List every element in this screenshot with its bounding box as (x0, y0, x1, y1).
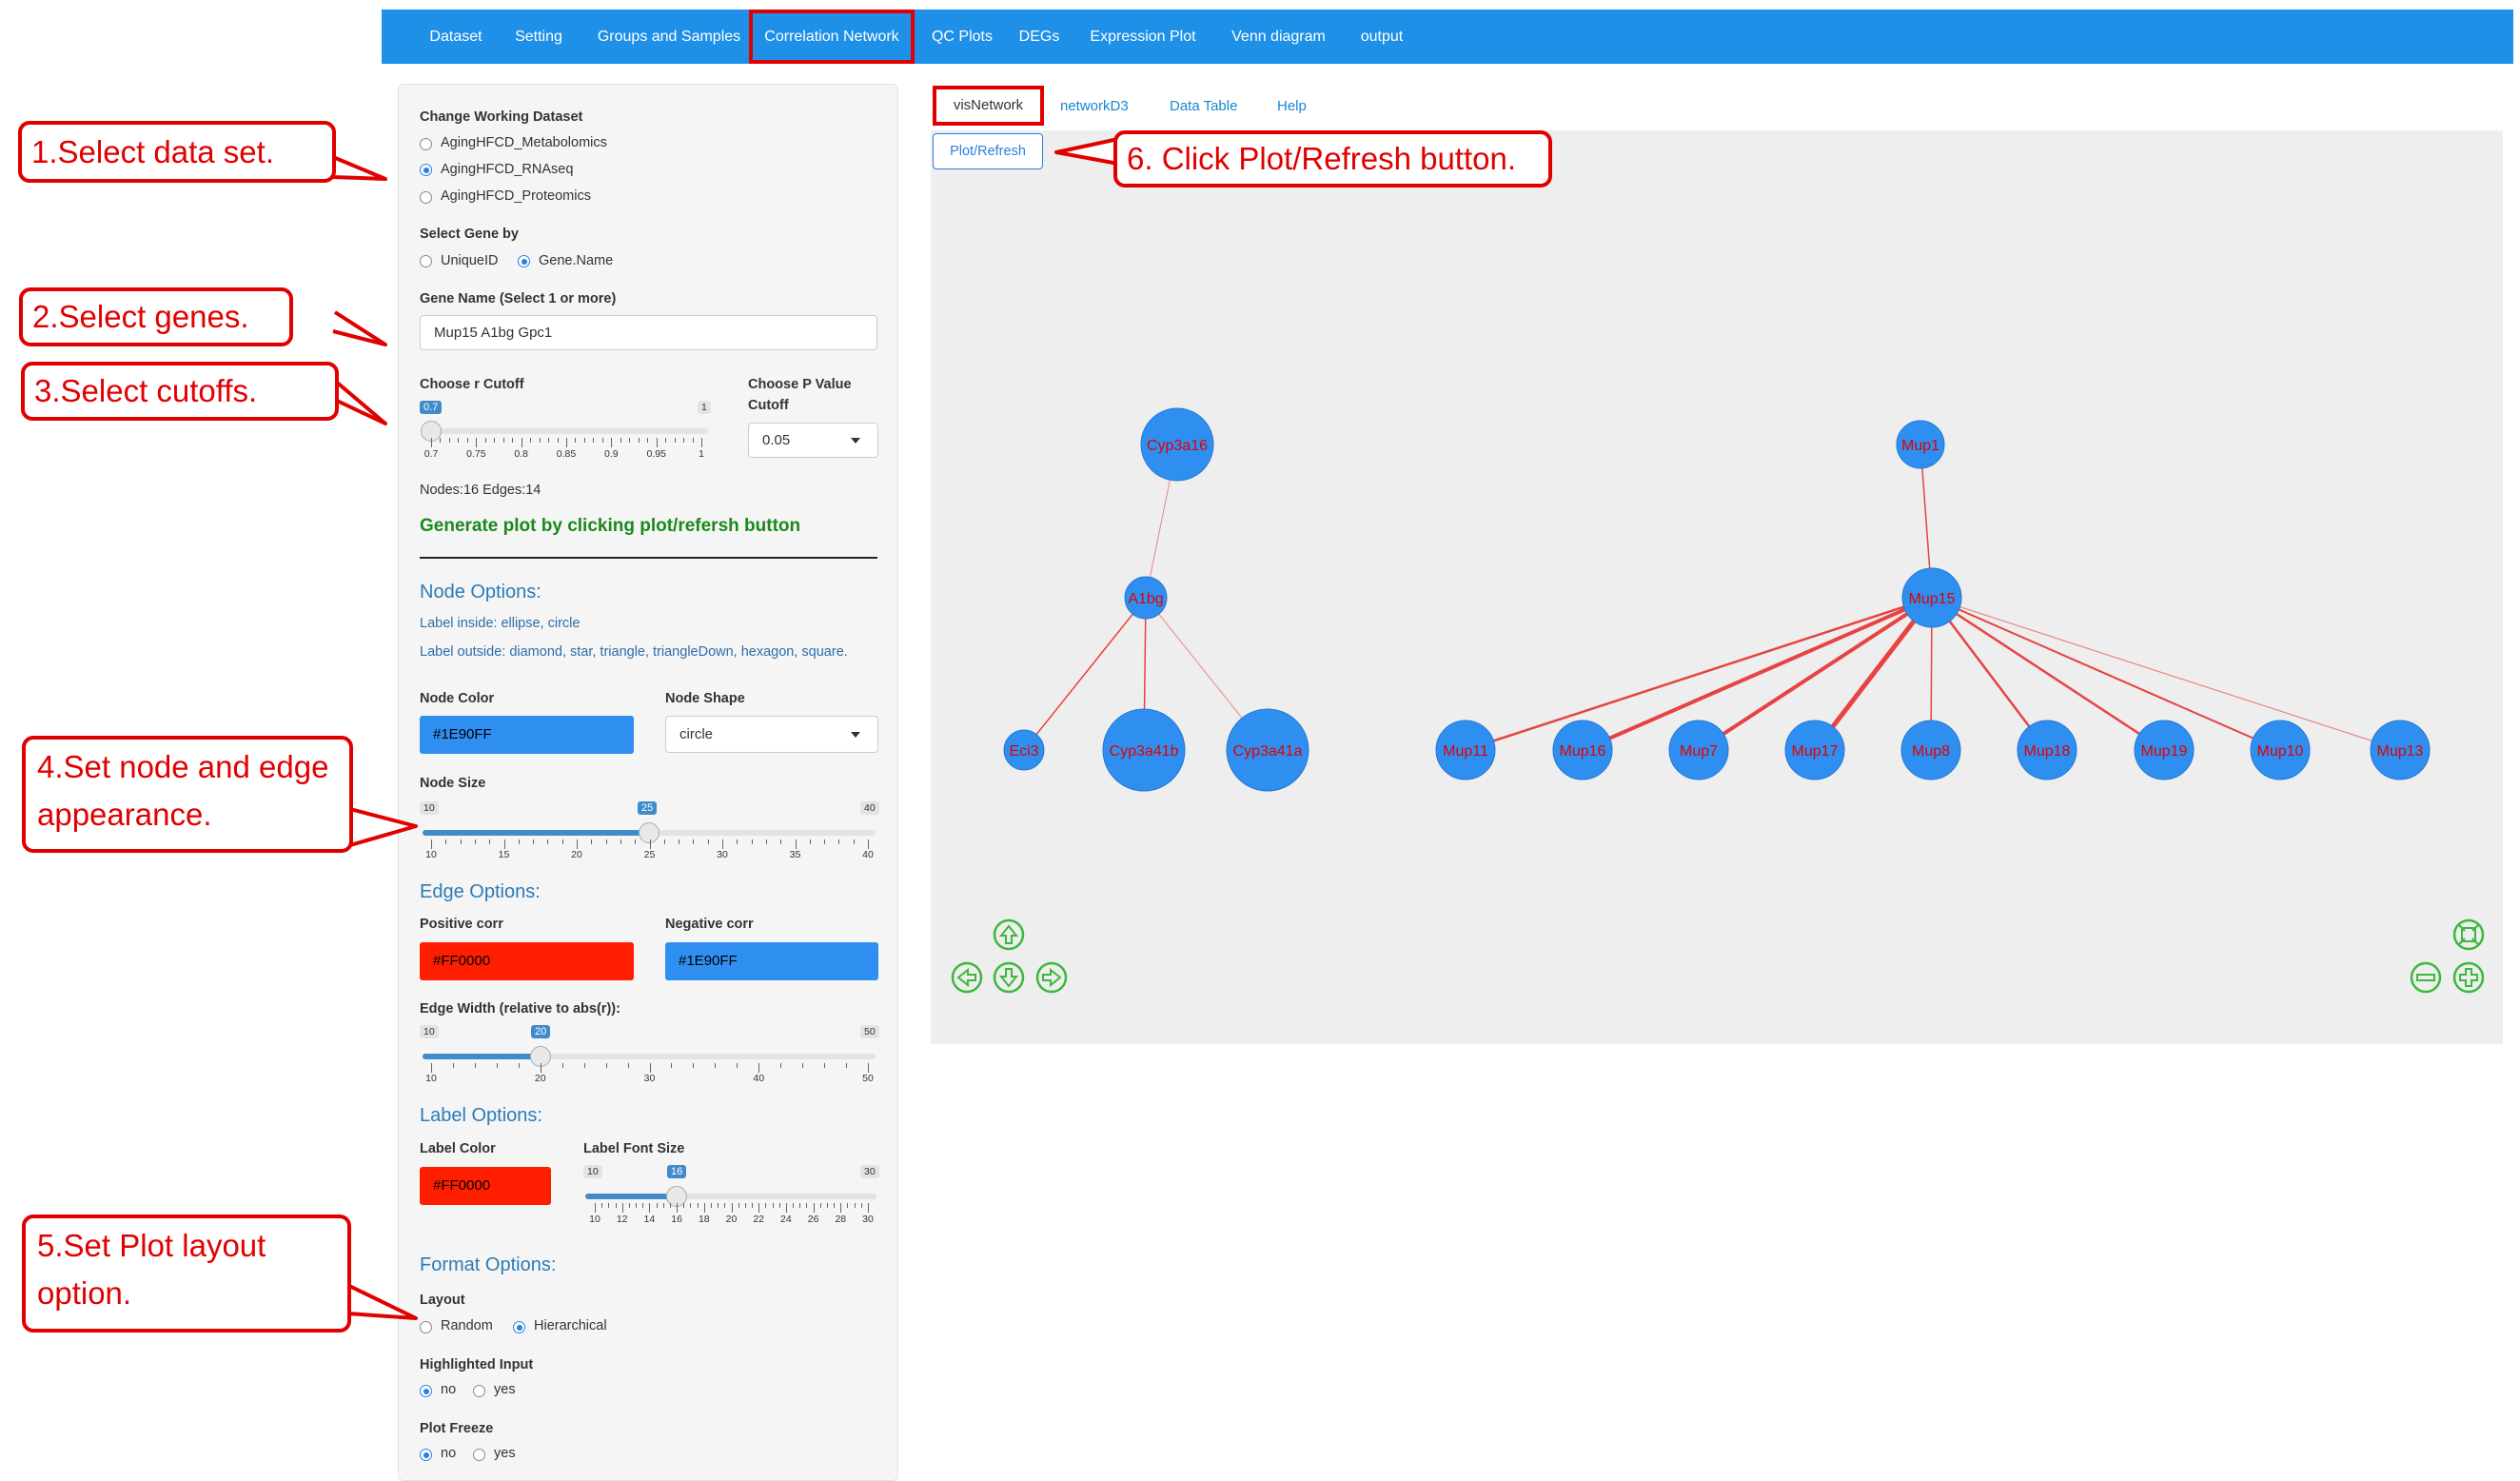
network-node[interactable]: Cyp3a41a (1226, 708, 1309, 792)
network-node-label: Mup13 (2377, 743, 2424, 760)
network-node[interactable]: Cyp3a41b (1102, 708, 1186, 792)
network-node-label: Mup1 (1901, 438, 1939, 454)
network-node[interactable]: Mup1 (1896, 420, 1945, 469)
network-edge[interactable] (1931, 597, 2281, 751)
network-node-label: Mup8 (1912, 743, 1950, 760)
network-node-label: Cyp3a41b (1110, 743, 1179, 760)
callout-text: option. (37, 1275, 132, 1311)
zoom-out-icon[interactable] (2410, 961, 2442, 994)
network-node[interactable]: Cyp3a16 (1140, 407, 1214, 482)
network-node-label: Mup16 (1560, 743, 1606, 760)
network-node[interactable]: A1bg (1124, 576, 1168, 620)
callout-text: 3.Select cutoffs. (34, 373, 258, 408)
pan-down-icon[interactable] (993, 961, 1025, 994)
network-nodes: Cyp3a16 A1bg Eci3 Cyp3a41b Cyp3a41a Mup1 Mup15… (1003, 407, 2431, 792)
callout-click-plot-refresh: 6. Click Plot/Refresh button. (1113, 130, 1552, 188)
callout-node-edge-appearance: 4.Set node and edge appearance. (22, 736, 353, 853)
network-node[interactable]: Mup15 (1901, 567, 1962, 628)
network-node-label: Mup19 (2141, 743, 2188, 760)
network-node[interactable]: Mup17 (1784, 720, 1845, 780)
zoom-in-icon[interactable] (2452, 961, 2485, 994)
network-node[interactable]: Mup16 (1552, 720, 1613, 780)
callout-text: 5.Set Plot layout (37, 1228, 266, 1263)
network-node[interactable]: Eci3 (1003, 729, 1045, 771)
network-node[interactable]: Mup18 (2017, 720, 2077, 780)
network-node[interactable]: Mup19 (2134, 720, 2195, 780)
network-node-label: A1bg (1128, 591, 1163, 607)
network-edges (1023, 444, 2401, 752)
callout-text: 6. Click Plot/Refresh button. (1127, 141, 1517, 176)
pan-up-icon[interactable] (993, 918, 1025, 951)
network-node[interactable]: Mup8 (1900, 720, 1961, 780)
callout-text: appearance. (37, 797, 212, 832)
callout-select-dataset: 1.Select data set. (18, 121, 336, 183)
network-edge[interactable] (1582, 596, 1933, 752)
callout-select-cutoffs: 3.Select cutoffs. (21, 362, 339, 421)
network-node-label: Eci3 (1009, 743, 1038, 760)
network-node[interactable]: Mup13 (2370, 720, 2431, 780)
network-node-label: Cyp3a41a (1233, 743, 1303, 760)
pan-right-icon[interactable] (1035, 961, 1068, 994)
network-node-label: Cyp3a16 (1147, 438, 1208, 454)
callout-text: 4.Set node and edge (37, 749, 329, 784)
network-node[interactable]: Mup7 (1668, 720, 1729, 780)
callout-pointers (332, 137, 1119, 1320)
fit-view-icon[interactable] (2452, 918, 2485, 951)
network-node-label: Mup11 (1443, 743, 1488, 760)
network-node-label: Mup15 (1909, 591, 1956, 607)
network-graph: Cyp3a16 A1bg Eci3 Cyp3a41b Cyp3a41a Mup1 Mup15… (332, 137, 2485, 1320)
navigation-controls (951, 918, 2485, 994)
callout-text: 1.Select data set. (31, 134, 274, 169)
network-node-label: Mup7 (1680, 743, 1718, 760)
network-node-label: Mup10 (2257, 743, 2304, 760)
callout-plot-layout: 5.Set Plot layout option. (22, 1214, 351, 1333)
network-node-label: Mup17 (1792, 743, 1839, 760)
callout-select-genes: 2.Select genes. (19, 287, 293, 346)
pan-left-icon[interactable] (951, 961, 983, 994)
network-node-label: Mup18 (2024, 743, 2071, 760)
callout-text: 2.Select genes. (32, 299, 249, 334)
network-node[interactable]: Mup11 (1435, 720, 1496, 780)
network-node[interactable]: Mup10 (2250, 720, 2311, 780)
